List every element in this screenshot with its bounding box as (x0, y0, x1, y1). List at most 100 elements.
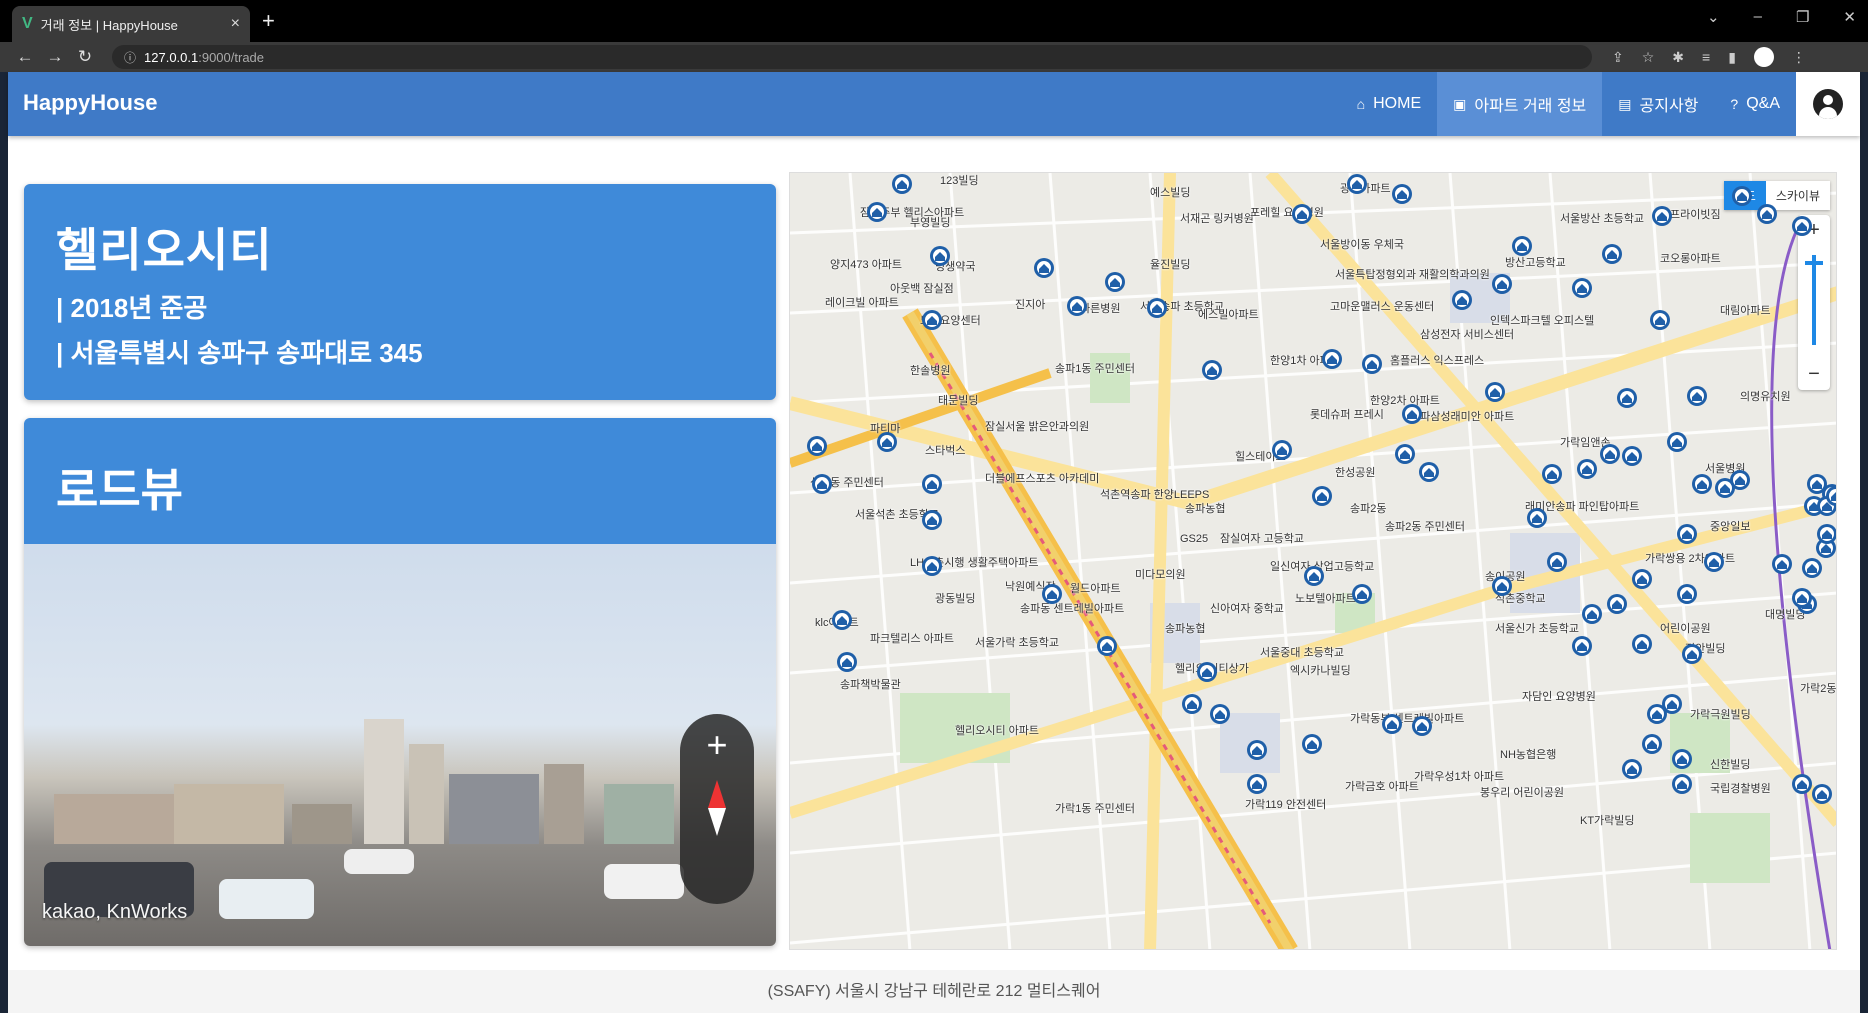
apartment-marker-icon[interactable] (865, 201, 889, 225)
tab-search-icon[interactable]: ⌄ (1707, 8, 1720, 26)
apartment-marker-icon[interactable] (1605, 593, 1629, 617)
apartment-marker-icon[interactable] (835, 651, 859, 675)
minimize-icon[interactable]: – (1754, 8, 1762, 26)
side-panel-icon[interactable]: ▮ (1728, 49, 1736, 66)
apartment-marker-icon[interactable] (1095, 635, 1119, 659)
kakao-map[interactable]: 지도 스카이뷰 + − 123빌딩잠실주부 헬리스아파트부영빌딩예스빌딩서재곤 … (789, 172, 1837, 950)
apartment-marker-icon[interactable] (1824, 485, 1836, 509)
apartment-marker-icon[interactable] (928, 245, 952, 269)
apartment-marker-icon[interactable] (1630, 633, 1654, 657)
nav-notice[interactable]: ▤ 공지사항 (1602, 72, 1714, 136)
roadview-zoom-in-button[interactable]: + (706, 724, 727, 766)
apartment-marker-icon[interactable] (1200, 359, 1224, 383)
apartment-marker-icon[interactable] (1690, 473, 1714, 497)
apartment-marker-icon[interactable] (1417, 461, 1441, 485)
nav-apartment-trade[interactable]: ▣ 아파트 거래 정보 (1437, 72, 1603, 136)
apartment-marker-icon[interactable] (1615, 387, 1639, 411)
apartment-marker-icon[interactable] (1320, 348, 1344, 372)
apartment-marker-icon[interactable] (1310, 485, 1334, 509)
apartment-marker-icon[interactable] (1450, 289, 1474, 313)
apartment-marker-icon[interactable] (1410, 715, 1434, 739)
apartment-marker-icon[interactable] (1483, 381, 1507, 405)
apartment-marker-icon[interactable] (1675, 523, 1699, 547)
apartment-marker-icon[interactable] (1728, 469, 1752, 493)
apartment-marker-icon[interactable] (1575, 458, 1599, 482)
apartment-marker-icon[interactable] (1640, 733, 1664, 757)
url-field[interactable]: ⓘ 127.0.0.1 :9000/trade (112, 45, 1592, 69)
apartment-marker-icon[interactable] (1675, 583, 1699, 607)
apartment-marker-icon[interactable] (1570, 635, 1594, 659)
apartment-marker-icon[interactable] (1650, 205, 1674, 229)
apartment-marker-icon[interactable] (1580, 603, 1604, 627)
browser-tab[interactable]: V 거래 정보 | HappyHouse × (12, 6, 250, 42)
apartment-marker-icon[interactable] (920, 473, 944, 497)
apartment-marker-icon[interactable] (830, 609, 854, 633)
map-zoom-out-button[interactable]: − (1798, 363, 1830, 386)
apartment-marker-icon[interactable] (1245, 739, 1269, 763)
nav-qna[interactable]: ? Q&A (1714, 72, 1796, 136)
apartment-marker-icon[interactable] (1545, 551, 1569, 575)
reload-icon[interactable]: ↻ (70, 47, 100, 67)
apartment-marker-icon[interactable] (1040, 583, 1064, 607)
apartment-marker-icon[interactable] (1380, 713, 1404, 737)
apartment-marker-icon[interactable] (1350, 583, 1374, 607)
apartment-marker-icon[interactable] (920, 555, 944, 579)
apartment-marker-icon[interactable] (1570, 277, 1594, 301)
apartment-marker-icon[interactable] (810, 473, 834, 497)
apartment-marker-icon[interactable] (1103, 271, 1127, 295)
bookmark-star-icon[interactable]: ☆ (1642, 49, 1655, 66)
apartment-marker-icon[interactable] (1245, 773, 1269, 797)
apartment-marker-icon[interactable] (920, 309, 944, 333)
map-zoom-slider[interactable] (1812, 255, 1816, 345)
apartment-marker-icon[interactable] (1290, 203, 1314, 227)
apartment-marker-icon[interactable] (1390, 183, 1414, 207)
apartment-marker-icon[interactable] (1195, 661, 1219, 685)
apartment-marker-icon[interactable] (1630, 568, 1654, 592)
back-icon[interactable]: ← (10, 47, 40, 67)
apartment-marker-icon[interactable] (1755, 203, 1779, 227)
apartment-marker-icon[interactable] (1525, 507, 1549, 531)
apartment-marker-icon[interactable] (1680, 643, 1704, 667)
apartment-marker-icon[interactable] (1790, 215, 1814, 239)
apartment-marker-icon[interactable] (1360, 353, 1384, 377)
apartment-marker-icon[interactable] (1835, 803, 1836, 827)
close-window-icon[interactable]: ✕ (1843, 8, 1856, 26)
apartment-marker-icon[interactable] (1270, 439, 1294, 463)
menu-icon[interactable]: ⋮ (1792, 49, 1806, 66)
profile-icon[interactable] (1753, 47, 1774, 67)
apartment-marker-icon[interactable] (1702, 551, 1726, 575)
extensions-icon[interactable]: ✱ (1672, 49, 1684, 66)
apartment-marker-icon[interactable] (875, 431, 899, 455)
apartment-marker-icon[interactable] (1345, 173, 1369, 197)
apartment-marker-icon[interactable] (1790, 587, 1814, 611)
roadview-panorama[interactable]: kakao, KnWorks + (24, 544, 776, 946)
apartment-marker-icon[interactable] (1600, 243, 1624, 267)
apartment-marker-icon[interactable] (1800, 557, 1824, 581)
apartment-marker-icon[interactable] (1180, 693, 1204, 717)
apartment-marker-icon[interactable] (1670, 773, 1694, 797)
site-info-icon[interactable]: ⓘ (124, 49, 136, 66)
tab-close-icon[interactable]: × (231, 15, 240, 33)
apartment-marker-icon[interactable] (1490, 273, 1514, 297)
apartment-marker-icon[interactable] (1510, 235, 1534, 259)
apartment-marker-icon[interactable] (1770, 553, 1794, 577)
new-tab-button[interactable]: + (262, 8, 275, 34)
share-icon[interactable]: ⇪ (1612, 49, 1624, 66)
nav-home[interactable]: ⌂ HOME (1341, 72, 1437, 136)
apartment-marker-icon[interactable] (1393, 443, 1417, 467)
apartment-marker-icon[interactable] (890, 173, 914, 197)
reading-list-icon[interactable]: ≡ (1702, 49, 1710, 65)
apartment-marker-icon[interactable] (1810, 783, 1834, 807)
apartment-marker-icon[interactable] (1145, 297, 1169, 321)
apartment-marker-icon[interactable] (920, 509, 944, 533)
apartment-marker-icon[interactable] (1730, 185, 1754, 209)
apartment-marker-icon[interactable] (1620, 445, 1644, 469)
apartment-marker-icon[interactable] (1208, 703, 1232, 727)
apartment-marker-icon[interactable] (1065, 295, 1089, 319)
apartment-marker-icon[interactable] (1302, 565, 1326, 589)
account-button[interactable] (1796, 72, 1860, 136)
apartment-marker-icon[interactable] (1400, 403, 1424, 427)
apartment-marker-icon[interactable] (1032, 257, 1056, 281)
brand-logo[interactable]: HappyHouse (23, 90, 157, 116)
apartment-marker-icon[interactable] (1540, 463, 1564, 487)
